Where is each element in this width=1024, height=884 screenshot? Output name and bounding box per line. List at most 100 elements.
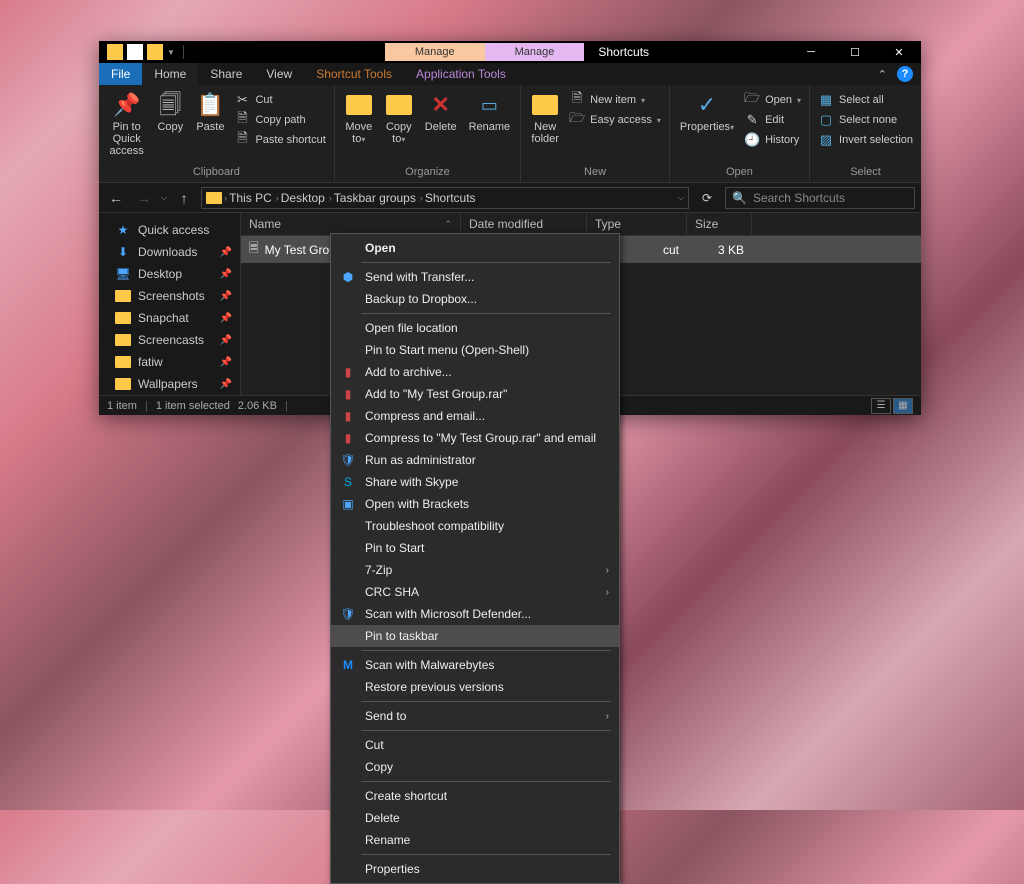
cm-open[interactable]: Open xyxy=(331,237,619,259)
close-button[interactable]: ✕ xyxy=(877,41,921,63)
easy-access-button[interactable]: 🗁Easy access▾ xyxy=(567,111,663,129)
cm-scan-defender[interactable]: 🛡Scan with Microsoft Defender... xyxy=(331,603,619,625)
new-item-button[interactable]: 🗎New item▾ xyxy=(567,91,663,109)
chevron-down-icon[interactable]: ⌵ xyxy=(678,193,684,203)
new-folder-button[interactable]: New folder xyxy=(527,89,563,147)
paste-button[interactable]: 📋Paste xyxy=(192,89,228,135)
cm-add-archive[interactable]: ▮Add to archive... xyxy=(331,361,619,383)
folder-icon xyxy=(115,310,131,326)
cm-create-shortcut[interactable]: Create shortcut xyxy=(331,785,619,807)
cm-crc-sha[interactable]: CRC SHA› xyxy=(331,581,619,603)
cm-share-skype[interactable]: SShare with Skype xyxy=(331,471,619,493)
winrar-icon: ▮ xyxy=(339,386,357,402)
cm-rename[interactable]: Rename xyxy=(331,829,619,851)
cm-pin-start-os[interactable]: Pin to Start menu (Open-Shell) xyxy=(331,339,619,361)
refresh-button[interactable]: ⟳ xyxy=(695,191,719,205)
copy-button[interactable]: 🗐Copy xyxy=(152,89,188,135)
nav-quick-access[interactable]: ★Quick access xyxy=(99,219,240,241)
copy-path-button[interactable]: 🗎Copy path xyxy=(232,111,327,129)
select-none-button[interactable]: ▢Select none xyxy=(816,111,915,129)
crumb-desktop[interactable]: Desktop› xyxy=(281,191,332,205)
download-icon: ⬇ xyxy=(115,244,131,260)
search-input[interactable]: 🔍 Search Shortcuts xyxy=(725,187,915,209)
crumb-this-pc[interactable]: This PC› xyxy=(229,191,279,205)
view-icons-button[interactable]: ▦ xyxy=(893,398,913,414)
col-type[interactable]: Type xyxy=(587,213,687,235)
cut-button[interactable]: ✂Cut xyxy=(232,91,327,109)
cm-pin-taskbar[interactable]: Pin to taskbar xyxy=(331,625,619,647)
cm-troubleshoot[interactable]: Troubleshoot compatibility xyxy=(331,515,619,537)
group-new: New folder 🗎New item▾ 🗁Easy access▾ New xyxy=(521,85,670,182)
qat-item[interactable] xyxy=(127,44,143,60)
chevron-up-icon[interactable]: ⌃ xyxy=(878,68,887,81)
nav-wallpapers[interactable]: Wallpapers📌 xyxy=(99,373,240,395)
nav-fatiw[interactable]: fatiw📌 xyxy=(99,351,240,373)
cm-open-location[interactable]: Open file location xyxy=(331,317,619,339)
cm-delete[interactable]: Delete xyxy=(331,807,619,829)
cm-7zip[interactable]: 7-Zip› xyxy=(331,559,619,581)
tab-home[interactable]: Home xyxy=(142,63,198,85)
cm-cut[interactable]: Cut xyxy=(331,734,619,756)
up-button[interactable]: ↑ xyxy=(173,187,195,209)
cm-send-transfer[interactable]: ⬢Send with Transfer... xyxy=(331,266,619,288)
tab-view[interactable]: View xyxy=(254,63,304,85)
cm-backup-dropbox[interactable]: Backup to Dropbox... xyxy=(331,288,619,310)
cm-pin-start[interactable]: Pin to Start xyxy=(331,537,619,559)
nav-screencasts[interactable]: Screencasts📌 xyxy=(99,329,240,351)
history-dropdown[interactable]: ⌵ xyxy=(161,193,167,203)
select-all-button[interactable]: ▦Select all xyxy=(816,91,915,109)
rename-button[interactable]: ▭Rename xyxy=(465,89,515,135)
cm-open-brackets[interactable]: ▣Open with Brackets xyxy=(331,493,619,515)
cm-scan-malwarebytes[interactable]: MScan with Malwarebytes xyxy=(331,654,619,676)
chevron-down-icon[interactable]: ▼ xyxy=(167,48,175,57)
pin-icon: 📌 xyxy=(113,91,141,119)
edit-button[interactable]: ✎Edit xyxy=(742,111,803,129)
cm-properties[interactable]: Properties xyxy=(331,858,619,880)
paste-shortcut-button[interactable]: 🗎Paste shortcut xyxy=(232,131,327,149)
tab-shortcut-tools[interactable]: Shortcut Tools xyxy=(304,63,404,85)
breadcrumb[interactable]: › This PC› Desktop› Taskbar groups› Shor… xyxy=(201,187,689,209)
nav-snapchat[interactable]: Snapchat📌 xyxy=(99,307,240,329)
invert-selection-button[interactable]: ▨Invert selection xyxy=(816,131,915,149)
nav-screenshots[interactable]: Screenshots📌 xyxy=(99,285,240,307)
history-button[interactable]: 🕘History xyxy=(742,131,803,149)
maximize-button[interactable]: ☐ xyxy=(833,41,877,63)
navigation-pane[interactable]: ★Quick access ⬇Downloads📌 🖥Desktop📌 Scre… xyxy=(99,213,241,395)
cm-restore-versions[interactable]: Restore previous versions xyxy=(331,676,619,698)
folder-icon xyxy=(115,354,131,370)
forward-button[interactable]: → xyxy=(133,187,155,209)
back-button[interactable]: ← xyxy=(105,187,127,209)
cm-send-to[interactable]: Send to› xyxy=(331,705,619,727)
tab-file[interactable]: File xyxy=(99,63,142,85)
tab-application-tools[interactable]: Application Tools xyxy=(404,63,518,85)
tab-share[interactable]: Share xyxy=(198,63,254,85)
view-details-button[interactable]: ☰ xyxy=(871,398,891,414)
qat-item[interactable] xyxy=(147,44,163,60)
group-organize: Move to▾ Copy to▾ ✕Delete ▭Rename Organi… xyxy=(335,85,521,182)
cm-add-rar[interactable]: ▮Add to "My Test Group.rar" xyxy=(331,383,619,405)
col-name[interactable]: Name⌃ xyxy=(241,213,461,235)
cm-compress-email[interactable]: ▮Compress and email... xyxy=(331,405,619,427)
help-button[interactable]: ? xyxy=(897,66,913,82)
open-button[interactable]: 🗁Open▾ xyxy=(742,91,803,109)
desktop-icon: 🖥 xyxy=(115,266,131,282)
status-selected: 1 item selected xyxy=(156,400,230,412)
pin-to-quick-button[interactable]: 📌Pin to Quick access xyxy=(105,89,148,159)
nav-downloads[interactable]: ⬇Downloads📌 xyxy=(99,241,240,263)
contextual-tab-shortcut: Manage xyxy=(385,43,485,61)
cm-copy[interactable]: Copy xyxy=(331,756,619,778)
crumb-shortcuts[interactable]: Shortcuts xyxy=(425,191,476,205)
crumb-taskbar-groups[interactable]: Taskbar groups› xyxy=(334,191,423,205)
copy-to-button[interactable]: Copy to▾ xyxy=(381,89,417,148)
nav-desktop[interactable]: 🖥Desktop📌 xyxy=(99,263,240,285)
delete-button[interactable]: ✕Delete xyxy=(421,89,461,135)
properties-button[interactable]: ✓Properties▾ xyxy=(676,89,738,136)
col-size[interactable]: Size xyxy=(687,213,752,235)
history-icon: 🕘 xyxy=(744,132,760,148)
search-icon: 🔍 xyxy=(732,191,747,205)
cm-compress-rar-email[interactable]: ▮Compress to "My Test Group.rar" and ema… xyxy=(331,427,619,449)
move-to-button[interactable]: Move to▾ xyxy=(341,89,377,148)
minimize-button[interactable]: ─ xyxy=(789,41,833,63)
cm-run-admin[interactable]: 🛡Run as administrator xyxy=(331,449,619,471)
col-date[interactable]: Date modified xyxy=(461,213,587,235)
